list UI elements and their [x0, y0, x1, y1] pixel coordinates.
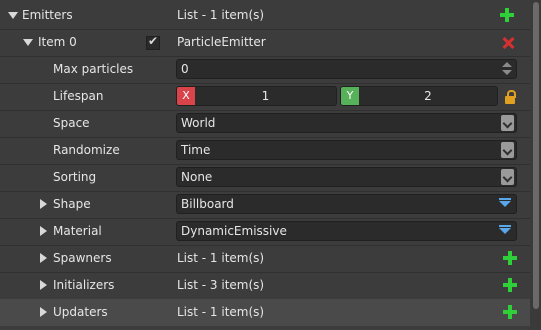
- emitters-row[interactable]: Emitters List - 1 item(s): [0, 2, 530, 30]
- material-value: DynamicEmissive: [181, 224, 287, 238]
- add-spawner-plus-icon[interactable]: [503, 251, 517, 265]
- chevron-down-icon[interactable]: [501, 169, 514, 185]
- expand-arrow-icon[interactable]: [40, 280, 47, 290]
- updaters-row[interactable]: Updaters List - 1 item(s): [0, 299, 530, 326]
- item0-enabled-checkbox[interactable]: ✔: [146, 34, 160, 50]
- blue-dropdown-arrow-icon[interactable]: [499, 198, 511, 207]
- initializers-label: Initializers: [53, 278, 115, 292]
- expand-arrow-icon[interactable]: [40, 199, 47, 209]
- lifespan-y-field[interactable]: Y 2: [340, 86, 498, 106]
- item0-label: Item 0: [38, 35, 77, 49]
- expand-arrow-icon[interactable]: [40, 307, 47, 317]
- spawners-row[interactable]: Spawners List - 1 item(s): [0, 245, 530, 273]
- space-value: World: [181, 116, 216, 130]
- updaters-label: Updaters: [53, 305, 108, 319]
- updaters-count: List - 1 item(s): [177, 305, 265, 319]
- randomize-label: Randomize: [53, 143, 120, 157]
- material-row[interactable]: Material DynamicEmissive: [0, 218, 530, 246]
- initializers-count: List - 3 item(s): [177, 278, 265, 292]
- sorting-label: Sorting: [53, 170, 97, 184]
- lifespan-row: Lifespan X 1 Y 2: [0, 83, 530, 111]
- spinner-arrows-icon[interactable]: [502, 61, 513, 77]
- spawners-count: List - 1 item(s): [177, 251, 265, 265]
- randomize-row: Randomize Time: [0, 137, 530, 165]
- shape-value: Billboard: [181, 197, 234, 211]
- check-icon: ✔: [148, 34, 159, 48]
- emitters-count: List - 1 item(s): [177, 8, 265, 22]
- add-initializer-plus-icon[interactable]: [503, 278, 517, 292]
- lifespan-x-value: 1: [261, 89, 270, 103]
- lifespan-y-value: 2: [424, 89, 432, 103]
- chevron-down-icon[interactable]: [501, 142, 514, 158]
- max-particles-value: 0: [181, 62, 189, 76]
- sorting-dropdown[interactable]: None: [176, 167, 517, 187]
- chevron-down-icon[interactable]: [501, 115, 514, 131]
- space-dropdown[interactable]: World: [176, 113, 517, 133]
- sorting-value: None: [181, 170, 213, 184]
- item0-type: ParticleEmitter: [177, 35, 266, 49]
- max-particles-row: Max particles 0: [0, 56, 530, 84]
- shape-row[interactable]: Shape Billboard: [0, 191, 530, 219]
- collapse-arrow-icon[interactable]: [23, 39, 33, 46]
- sorting-row: Sorting None: [0, 164, 530, 192]
- max-particles-input[interactable]: 0: [176, 59, 517, 79]
- material-selector[interactable]: DynamicEmissive: [176, 221, 517, 241]
- y-axis-badge: Y: [341, 87, 359, 105]
- lifespan-x-field[interactable]: X 1: [176, 86, 337, 106]
- lock-icon[interactable]: [505, 90, 516, 104]
- expand-arrow-icon[interactable]: [40, 253, 47, 263]
- add-emitter-plus-icon[interactable]: [500, 8, 514, 22]
- emitters-label: Emitters: [22, 8, 73, 22]
- spawners-label: Spawners: [53, 251, 112, 265]
- randomize-dropdown[interactable]: Time: [176, 140, 517, 160]
- item0-row[interactable]: Item 0 ✔ ParticleEmitter: [0, 29, 530, 57]
- x-axis-badge: X: [177, 87, 195, 105]
- blue-dropdown-arrow-icon[interactable]: [499, 225, 511, 234]
- space-label: Space: [53, 116, 90, 130]
- randomize-value: Time: [181, 143, 211, 157]
- max-particles-label: Max particles: [53, 62, 134, 76]
- lifespan-label: Lifespan: [53, 89, 104, 103]
- space-row: Space World: [0, 110, 530, 138]
- material-label: Material: [53, 224, 102, 238]
- scrollbar-thumb[interactable]: [533, 2, 539, 309]
- shape-label: Shape: [53, 197, 91, 211]
- add-updater-plus-icon[interactable]: [503, 305, 517, 319]
- collapse-arrow-icon[interactable]: [8, 12, 18, 19]
- remove-x-icon[interactable]: [502, 37, 514, 49]
- initializers-row[interactable]: Initializers List - 3 item(s): [0, 272, 530, 300]
- expand-arrow-icon[interactable]: [40, 226, 47, 236]
- shape-selector[interactable]: Billboard: [176, 194, 517, 214]
